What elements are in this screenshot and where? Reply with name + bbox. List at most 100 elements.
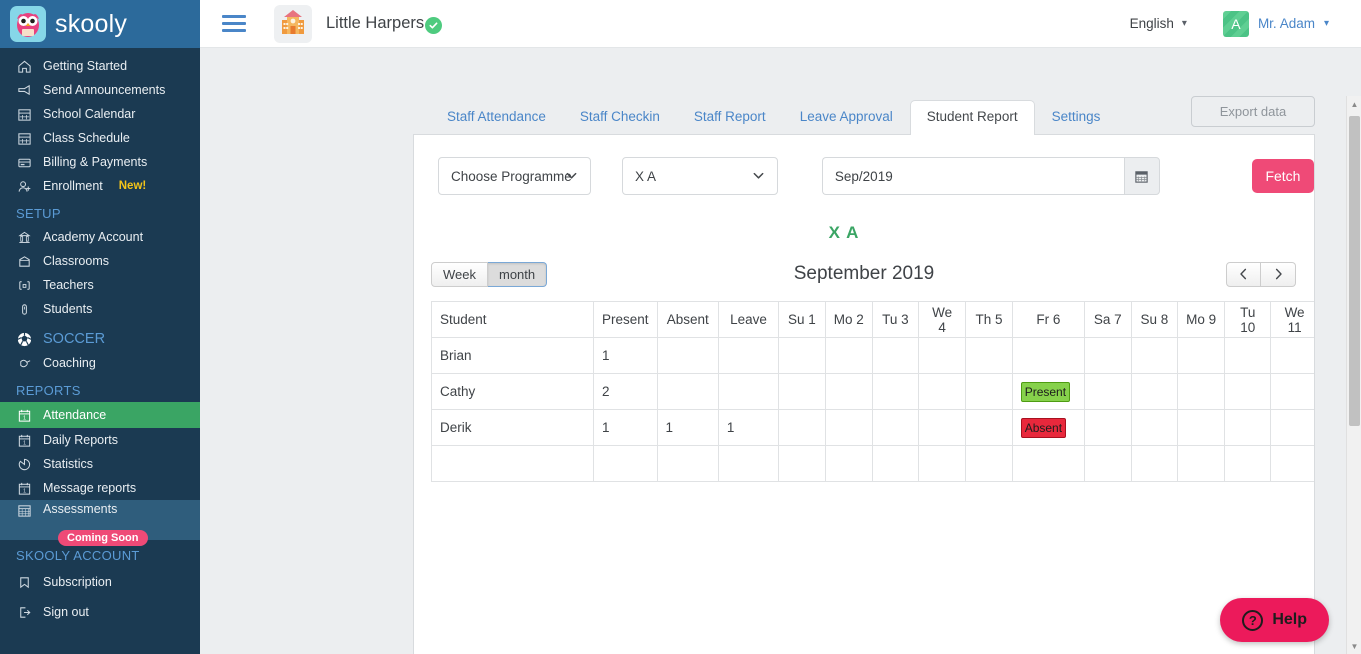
- attendance-cell[interactable]: [1177, 337, 1226, 374]
- sidebar-item-coaching[interactable]: Coaching: [0, 351, 200, 375]
- leave-count: [717, 373, 780, 410]
- attendance-cell[interactable]: Present: [1011, 373, 1086, 410]
- school-name-text: Little Harpers: [326, 13, 425, 32]
- attendance-cell[interactable]: [1177, 373, 1226, 410]
- attendance-cell[interactable]: [965, 337, 1013, 374]
- attendance-cell[interactable]: [1270, 373, 1314, 410]
- tab-leave-approval[interactable]: Leave Approval: [783, 100, 910, 134]
- sidebar-item-label: Enrollment: [43, 179, 103, 193]
- attendance-cell[interactable]: [918, 373, 967, 410]
- tab-staff-checkin[interactable]: Staff Checkin: [563, 100, 677, 134]
- chevron-right-icon[interactable]: [1261, 261, 1296, 287]
- language-selector[interactable]: English ▾: [1130, 16, 1187, 31]
- attendance-cell[interactable]: [824, 409, 873, 446]
- help-widget-label: Help: [1272, 611, 1307, 628]
- attendance-cell[interactable]: [1130, 337, 1179, 374]
- sidebar-item-statistics[interactable]: Statistics: [0, 452, 200, 476]
- attendance-cell[interactable]: [1224, 409, 1272, 446]
- class-select-value: X A: [635, 168, 657, 184]
- view-week-button[interactable]: Week: [431, 261, 488, 287]
- scroll-up-arrow[interactable]: ▲: [1347, 96, 1361, 112]
- attendance-cell[interactable]: [1084, 373, 1132, 410]
- attendance-cell[interactable]: [965, 373, 1013, 410]
- attendance-cell[interactable]: [824, 337, 873, 374]
- attendance-cell[interactable]: [1084, 337, 1132, 374]
- date-picker-group: [821, 157, 1160, 195]
- panel-wrapper: Staff Attendance Staff Checkin Staff Rep…: [413, 96, 1315, 654]
- attendance-cell[interactable]: [778, 373, 826, 410]
- table-day-header: Tu 3: [871, 301, 920, 338]
- sidebar-item-message-reports[interactable]: 1 Message reports: [0, 476, 200, 500]
- attendance-cell[interactable]: [1130, 409, 1179, 446]
- tab-student-report[interactable]: Student Report: [909, 100, 1035, 135]
- sidebar-item-school-calendar[interactable]: School Calendar: [0, 102, 200, 126]
- page-scrollbar[interactable]: ▲ ▼: [1346, 96, 1361, 654]
- help-widget-button[interactable]: ? Help: [1220, 598, 1329, 642]
- sidebar-item-class-schedule[interactable]: Class Schedule: [0, 126, 200, 150]
- hamburger-icon[interactable]: [222, 15, 246, 32]
- attendance-cell[interactable]: [918, 409, 967, 446]
- sidebar-item-students[interactable]: Students: [0, 297, 200, 321]
- sidebar-item-soccer[interactable]: SOCCER: [0, 327, 200, 351]
- attendance-cell[interactable]: [1224, 337, 1272, 374]
- sidebar-item-attendance[interactable]: 1 Attendance: [0, 402, 200, 428]
- attendance-cell[interactable]: Absent: [1011, 409, 1086, 446]
- attendance-cell[interactable]: [871, 337, 920, 374]
- attendance-cell[interactable]: [1130, 373, 1179, 410]
- tab-staff-attendance[interactable]: Staff Attendance: [430, 100, 563, 134]
- scrollbar-thumb[interactable]: [1349, 116, 1360, 426]
- attendance-cell[interactable]: [918, 337, 967, 374]
- sidebar-item-sign-out[interactable]: Sign out: [0, 597, 200, 627]
- sidebar-item-classrooms[interactable]: Classrooms: [0, 249, 200, 273]
- sidebar-item-assessments[interactable]: Assessments Coming Soon: [0, 500, 200, 546]
- sidebar-item-enrollment[interactable]: Enrollment New!: [0, 174, 200, 198]
- programme-select[interactable]: Choose Programme: [438, 157, 591, 195]
- sidebar-item-academy-account[interactable]: Academy Account: [0, 225, 200, 249]
- attendance-cell[interactable]: [824, 373, 873, 410]
- attendance-cell[interactable]: [1177, 409, 1226, 446]
- tab-settings[interactable]: Settings: [1035, 100, 1118, 134]
- chevron-left-icon[interactable]: [1226, 261, 1261, 287]
- fetch-button[interactable]: Fetch: [1251, 159, 1314, 193]
- date-input[interactable]: [821, 157, 1124, 195]
- student-name: Cathy: [431, 373, 594, 410]
- table-head: Student Present Absent Leave Su 1 Mo 2 Tu 3 We …: [431, 301, 1314, 338]
- attendance-cell[interactable]: [1224, 373, 1272, 410]
- attendance-cell[interactable]: [1011, 337, 1086, 374]
- owl-logo-glyph: [17, 13, 39, 37]
- bookmark-icon: [16, 574, 33, 591]
- teacher-icon: [16, 277, 33, 294]
- sidebar-item-daily-reports[interactable]: 1 Daily Reports: [0, 428, 200, 452]
- attendance-cell[interactable]: [1270, 409, 1314, 446]
- sidebar-item-getting-started[interactable]: Getting Started: [0, 54, 200, 78]
- table-header-row: Student Present Absent Leave Su 1 Mo 2 Tu 3 We …: [431, 301, 1314, 338]
- wallet-icon: [16, 154, 33, 171]
- sidebar-item-subscription[interactable]: Subscription: [0, 567, 200, 597]
- view-month-button[interactable]: month: [488, 261, 548, 287]
- attendance-cell[interactable]: [1270, 337, 1314, 374]
- calendar-picker-icon[interactable]: [1123, 157, 1160, 195]
- tab-staff-report[interactable]: Staff Report: [677, 100, 783, 134]
- sidebar-item-send-announcements[interactable]: Send Announcements: [0, 78, 200, 102]
- tab-bar: Staff Attendance Staff Checkin Staff Rep…: [413, 96, 1315, 135]
- brand-header[interactable]: skooly: [0, 0, 200, 48]
- attendance-cell[interactable]: [778, 337, 826, 374]
- class-select[interactable]: X A: [622, 157, 778, 195]
- attendance-cell[interactable]: [871, 409, 920, 446]
- sidebar-item-billing-payments[interactable]: Billing & Payments: [0, 150, 200, 174]
- report-panel: Choose Programme X A Sep/2019 Fetch X A …: [413, 134, 1315, 654]
- attendance-cell[interactable]: [871, 373, 920, 410]
- enrollment-new-badge: New!: [118, 180, 147, 192]
- attendance-cell[interactable]: [1084, 409, 1132, 446]
- user-menu[interactable]: A Mr. Adam ▾: [1222, 10, 1329, 37]
- attendance-cell[interactable]: [778, 409, 826, 446]
- scroll-down-arrow[interactable]: ▼: [1347, 638, 1361, 654]
- sidebar-item-teachers[interactable]: Teachers: [0, 273, 200, 297]
- sidebar-item-label: Attendance: [43, 408, 107, 422]
- calendar-icon: [16, 106, 33, 123]
- empty-cell: [1130, 445, 1179, 482]
- attendance-cell[interactable]: [965, 409, 1013, 446]
- table-day-header: Tu 10: [1224, 301, 1272, 338]
- attendance-table-scroll[interactable]: Student Present Absent Leave Su 1 Mo 2 Tu 3 We …: [431, 301, 1314, 482]
- export-data-button[interactable]: Export data: [1191, 96, 1315, 127]
